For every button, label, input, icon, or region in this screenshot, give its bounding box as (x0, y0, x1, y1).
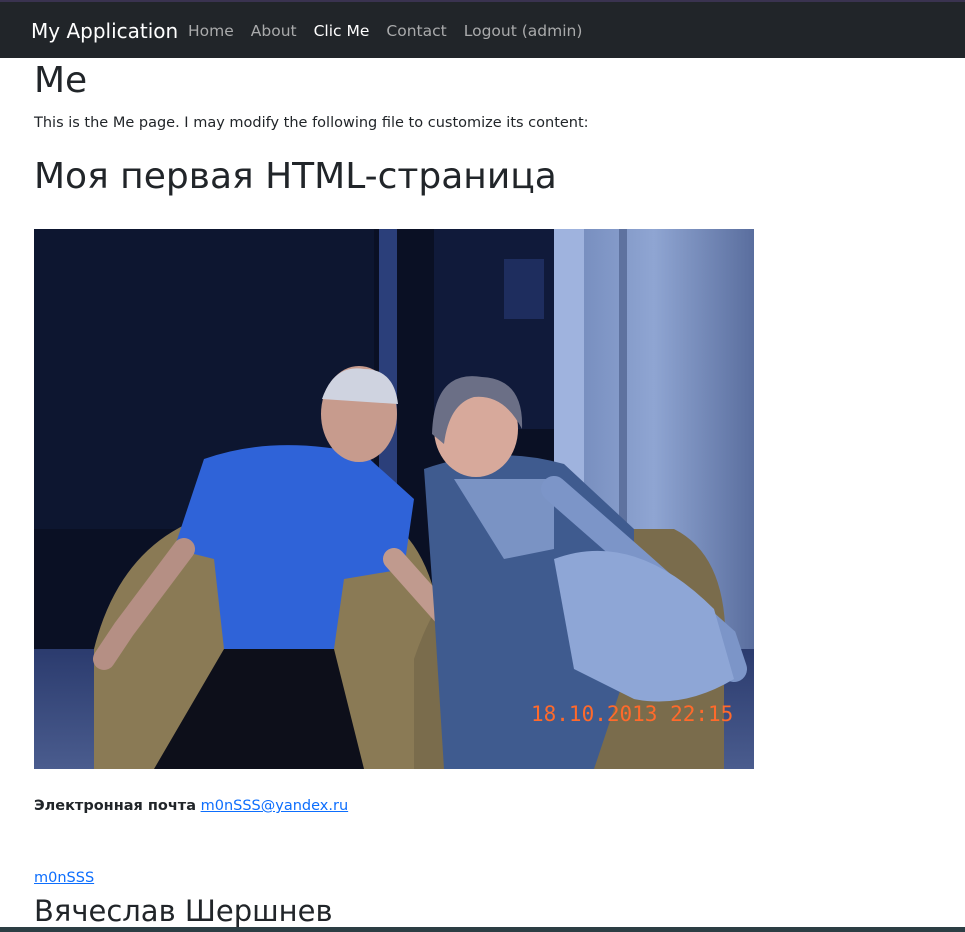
email-label: Электронная почта (34, 798, 196, 814)
email-link[interactable]: m0nSSS@yandex.ru (201, 798, 349, 814)
email-line: Электронная почта m0nSSS@yandex.ru (34, 797, 348, 815)
top-navbar: My Application Home About Clic Me Contac… (0, 0, 965, 58)
main-nav: Home About Clic Me Contact Logout (admin… (188, 21, 599, 41)
photo-illustration: 18.10.2013 22:15 (34, 229, 754, 769)
username-link[interactable]: m0nSSS (34, 869, 94, 887)
nav-logout[interactable]: Logout (admin) (464, 21, 583, 41)
bottom-bar (0, 927, 965, 932)
nav-clic-me[interactable]: Clic Me (314, 21, 370, 41)
photo-timestamp: 18.10.2013 22:15 (531, 702, 733, 726)
page-title: Me (34, 60, 88, 101)
nav-home[interactable]: Home (188, 21, 234, 41)
brand-link[interactable]: My Application (31, 19, 178, 43)
nav-contact[interactable]: Contact (386, 21, 446, 41)
photo: 18.10.2013 22:15 (34, 229, 754, 769)
main-heading: Моя первая HTML-страница (34, 156, 557, 197)
nav-about[interactable]: About (251, 21, 297, 41)
intro-text: This is the Me page. I may modify the fo… (34, 115, 589, 131)
full-name-heading: Вячеслав Шершнев (34, 894, 333, 928)
